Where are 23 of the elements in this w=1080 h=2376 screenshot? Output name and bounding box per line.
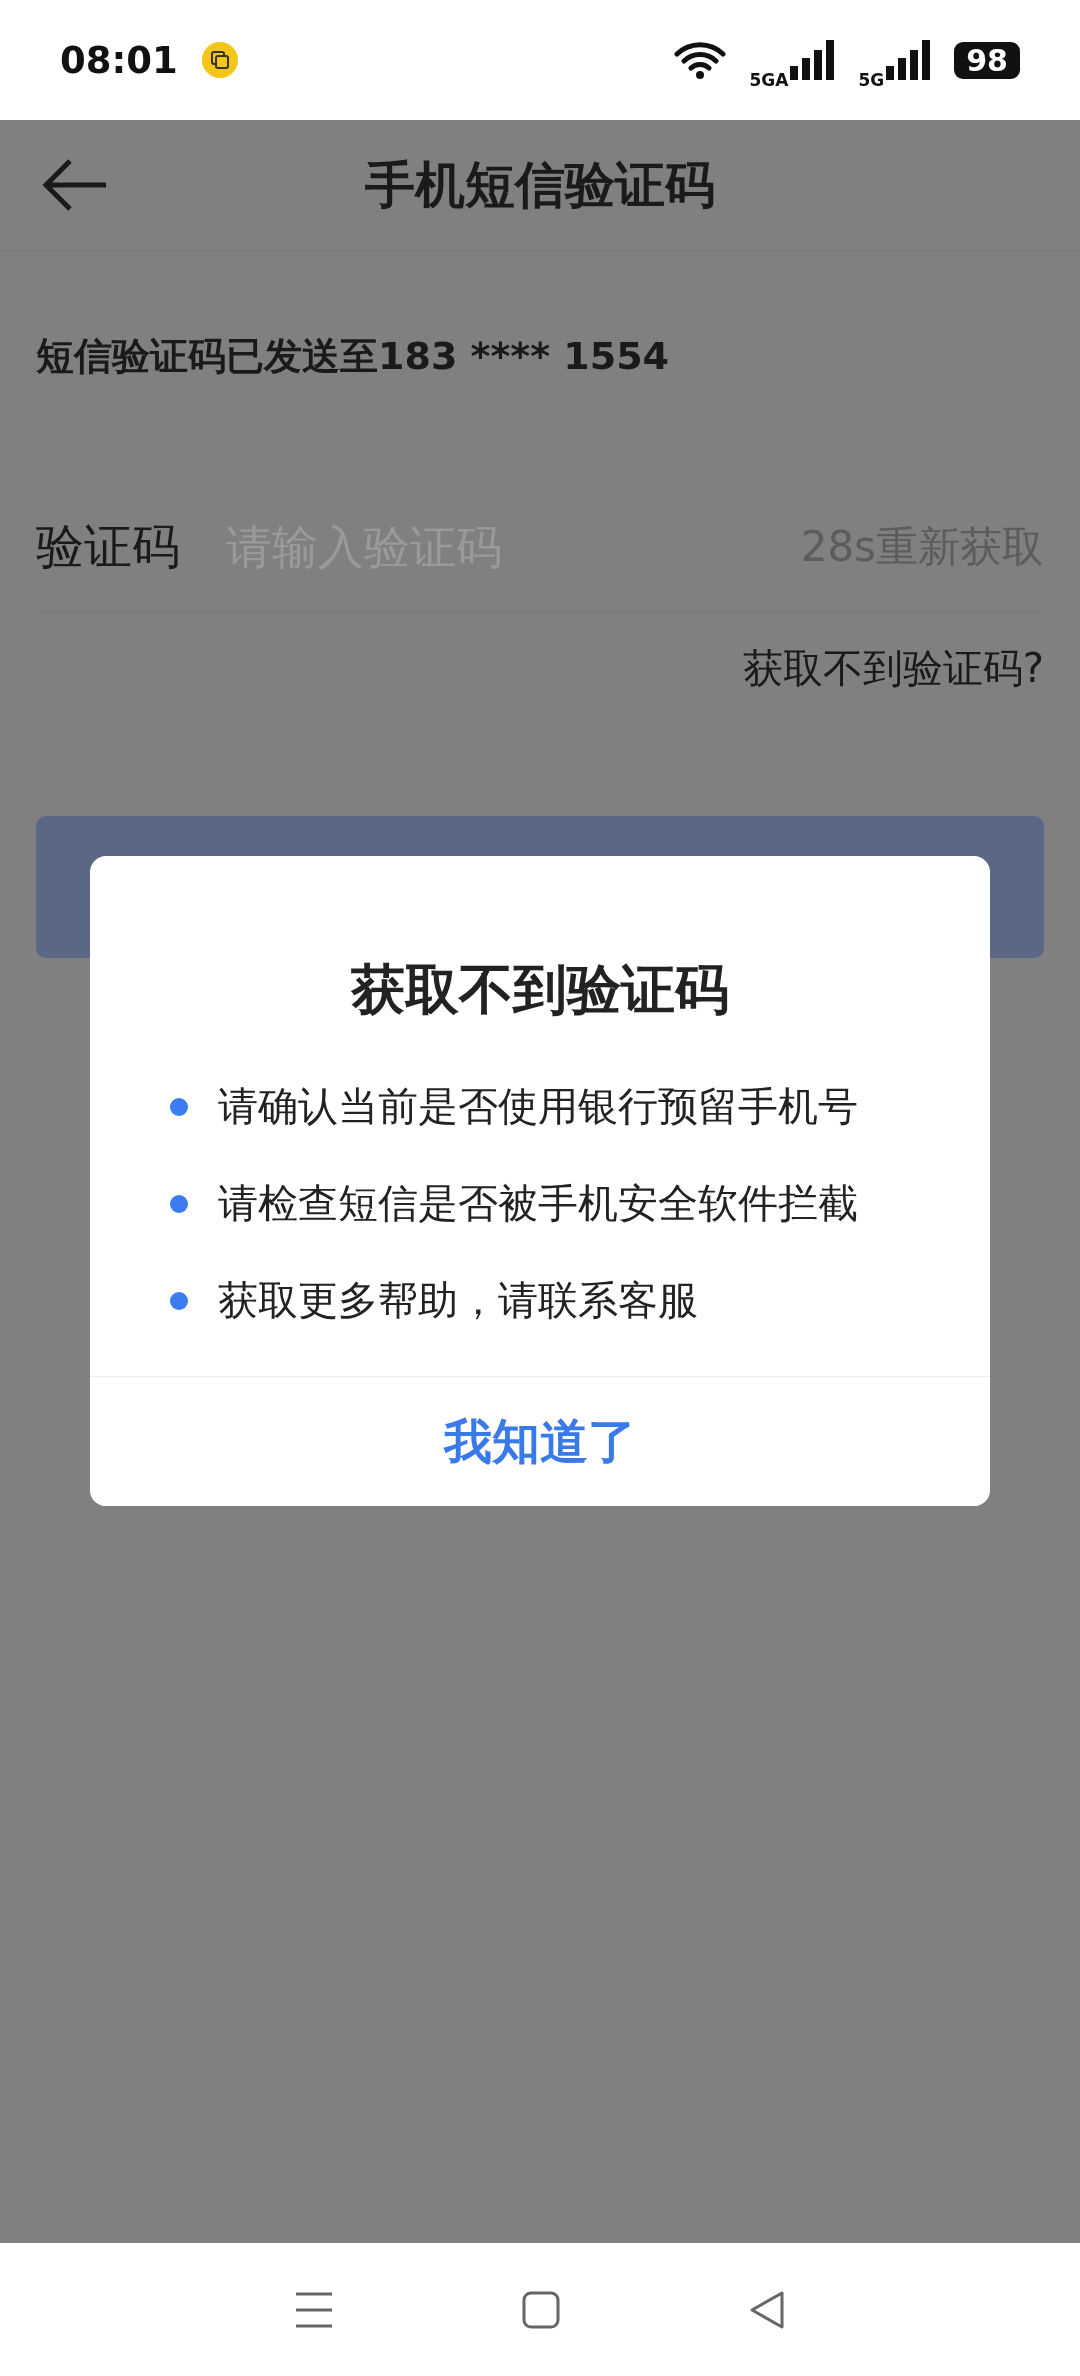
- menu-icon[interactable]: [294, 2290, 334, 2329]
- back-icon[interactable]: [748, 2289, 786, 2330]
- network-label: 5G: [858, 70, 885, 90]
- dialog-title: 获取不到验证码: [351, 957, 729, 1023]
- wifi-icon: [673, 40, 726, 80]
- dialog-item: 请检查短信是否被手机安全软件拦截: [218, 1179, 858, 1228]
- signal-icon: [790, 40, 835, 80]
- bullet-icon: [170, 1097, 188, 1116]
- battery-level: 98: [954, 41, 1020, 79]
- signal-icon: [886, 40, 931, 80]
- bullet-icon: [170, 1291, 188, 1310]
- dialog-item: 获取更多帮助，请联系客服: [218, 1276, 698, 1325]
- help-link[interactable]: 获取不到验证码?: [742, 641, 1044, 696]
- home-icon[interactable]: [522, 2290, 560, 2329]
- field-label: 验证码: [36, 517, 181, 576]
- status-time: 08:01: [60, 38, 178, 82]
- dialog-item: 请确认当前是否使用银行预留手机号: [218, 1082, 858, 1131]
- sent-message: 短信验证码已发送至183 **** 1554: [36, 333, 670, 380]
- network-label: 5GA: [749, 70, 789, 90]
- page-title: 手机短信验证码: [365, 154, 715, 216]
- notification-icon: [201, 42, 238, 78]
- confirm-button[interactable]: 我知道了: [90, 1376, 990, 1506]
- bullet-icon: [170, 1194, 188, 1213]
